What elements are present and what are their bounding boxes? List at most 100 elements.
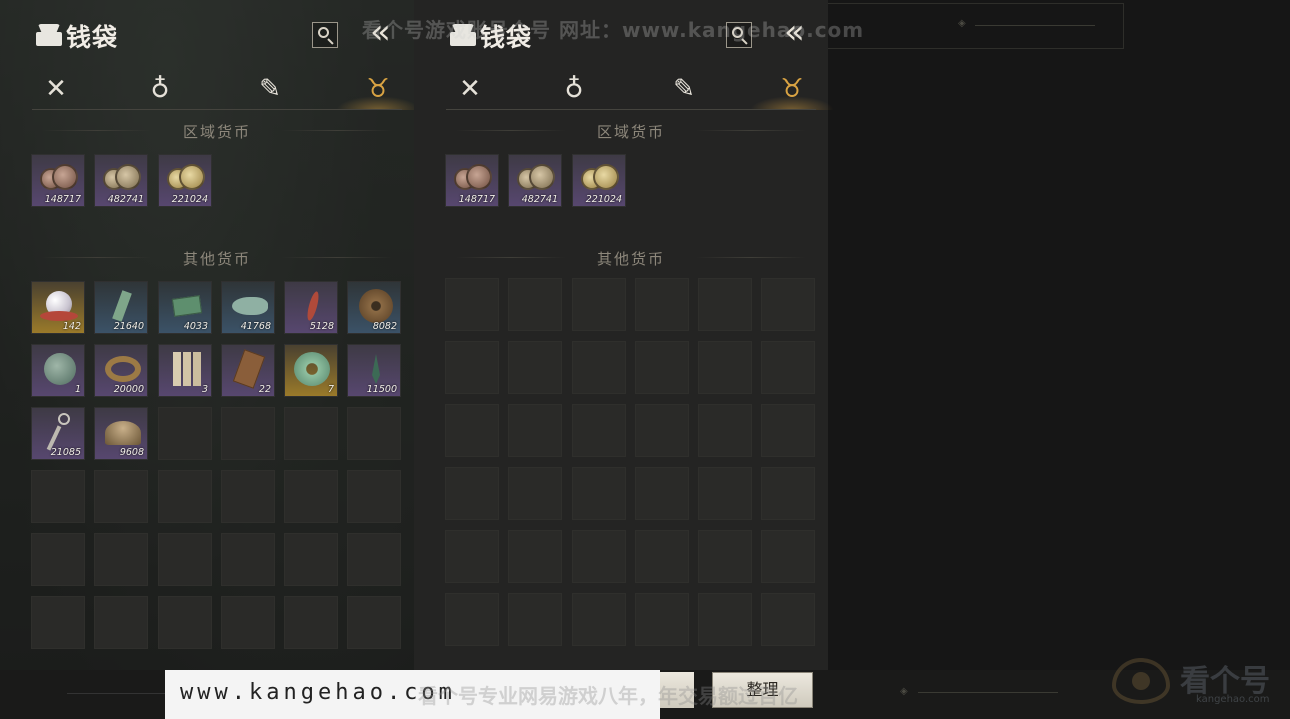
empty-slot[interactable] [445,467,499,520]
empty-slot[interactable] [572,530,626,583]
empty-slot[interactable] [761,341,815,394]
empty-slot[interactable] [698,341,752,394]
regional-currency-label: 区域货币 [182,123,251,141]
tab-scrolls[interactable]: ✎ [248,72,292,106]
empty-slot[interactable] [508,278,562,331]
empty-slot[interactable] [347,470,401,523]
empty-slot[interactable] [508,404,562,457]
empty-slot[interactable] [221,596,275,649]
currency-slot-green-pendant[interactable]: 11500 [347,344,401,397]
empty-slot[interactable] [221,533,275,586]
currency-slot-regional-3[interactable]: 221024 [572,154,626,207]
empty-slot[interactable] [94,596,148,649]
empty-slot[interactable] [635,404,689,457]
search-button[interactable] [312,22,338,48]
currency-slot-jade-fish[interactable]: 41768 [221,281,275,334]
gold-coins-icon [579,160,621,196]
item-count: 9608 [119,447,144,458]
currency-slot-bronze-coin[interactable]: 8082 [347,281,401,334]
currency-slot-regional-3[interactable]: 221024 [158,154,212,207]
jade-token-icon [101,287,143,323]
tab-scrolls[interactable]: ✎ [662,72,706,106]
empty-slot[interactable] [31,596,85,649]
empty-slot[interactable] [698,593,752,646]
site-url: www.kangehao.com [180,680,456,705]
empty-slot[interactable] [761,278,815,331]
currency-slot-regional-2[interactable]: 482741 [508,154,562,207]
scroll-icon: ✎ [673,74,695,104]
empty-slot[interactable] [635,530,689,583]
currency-slot-bronze-bowl[interactable]: 9608 [94,407,148,460]
empty-slot[interactable] [284,470,338,523]
tab-weapons[interactable]: ✕ [34,72,78,106]
tab-materials[interactable]: ♁ [552,72,596,106]
empty-slot[interactable] [635,341,689,394]
jade-ring-icon [291,350,333,386]
empty-slot[interactable] [572,593,626,646]
item-count: 221024 [171,194,208,205]
currency-slot-regional-1[interactable]: 148717 [445,154,499,207]
empty-slot[interactable] [347,596,401,649]
item-count: 21085 [50,447,81,458]
tab-materials[interactable]: ♁ [138,72,182,106]
tab-weapons[interactable]: ✕ [448,72,492,106]
empty-slot[interactable] [221,407,275,460]
empty-slot[interactable] [635,278,689,331]
empty-slot[interactable] [698,467,752,520]
tab-currency[interactable]: ♉ [336,72,420,110]
empty-slot[interactable] [572,278,626,331]
currency-slot-jade-token[interactable]: 21640 [94,281,148,334]
empty-slot[interactable] [572,341,626,394]
empty-slot[interactable] [508,593,562,646]
empty-slot[interactable] [445,404,499,457]
empty-slot[interactable] [508,341,562,394]
empty-slot[interactable] [698,278,752,331]
empty-slot[interactable] [284,407,338,460]
empty-slot[interactable] [761,593,815,646]
empty-slot[interactable] [572,467,626,520]
currency-slot-silver-pendant[interactable]: 21085 [31,407,85,460]
empty-slot[interactable] [445,530,499,583]
empty-slot[interactable] [158,533,212,586]
empty-slot[interactable] [347,533,401,586]
empty-slot[interactable] [508,530,562,583]
empty-slot[interactable] [698,530,752,583]
empty-slot[interactable] [31,470,85,523]
empty-slot[interactable] [94,470,148,523]
empty-slot[interactable] [284,596,338,649]
empty-slot[interactable] [761,404,815,457]
currency-slot-regional-1[interactable]: 148717 [31,154,85,207]
currency-slot-coin-string[interactable]: 20000 [94,344,148,397]
currency-slot-bronze-plaque[interactable]: 22 [221,344,275,397]
empty-slot[interactable] [158,596,212,649]
empty-slot[interactable] [445,278,499,331]
empty-slot[interactable] [347,407,401,460]
empty-slot[interactable] [572,404,626,457]
item-count: 21640 [113,321,144,332]
empty-slot[interactable] [158,407,212,460]
currency-slot-green-note[interactable]: 4033 [158,281,212,334]
silver-pendant-icon [38,413,80,451]
currency-slot-jade-disc[interactable]: 1 [31,344,85,397]
tab-currency[interactable]: ♉ [750,72,834,110]
currency-slot-jade-ring[interactable]: 7 [284,344,338,397]
currency-slot-red-feather[interactable]: 5128 [284,281,338,334]
empty-slot[interactable] [31,533,85,586]
empty-slot[interactable] [761,467,815,520]
green-pendant-icon [354,350,396,386]
empty-slot[interactable] [94,533,148,586]
empty-slot[interactable] [761,530,815,583]
currency-slot-regional-2[interactable]: 482741 [94,154,148,207]
empty-slot[interactable] [284,533,338,586]
empty-slot[interactable] [158,470,212,523]
empty-slot[interactable] [698,404,752,457]
empty-slot[interactable] [221,470,275,523]
currency-slot-pearl[interactable]: 142 [31,281,85,334]
empty-slot[interactable] [635,593,689,646]
empty-slot[interactable] [635,467,689,520]
empty-slot[interactable] [445,593,499,646]
empty-slot[interactable] [445,341,499,394]
currency-slot-bamboo-slips[interactable]: 3 [158,344,212,397]
empty-slot[interactable] [508,467,562,520]
frame-ornament-line [918,692,1058,693]
